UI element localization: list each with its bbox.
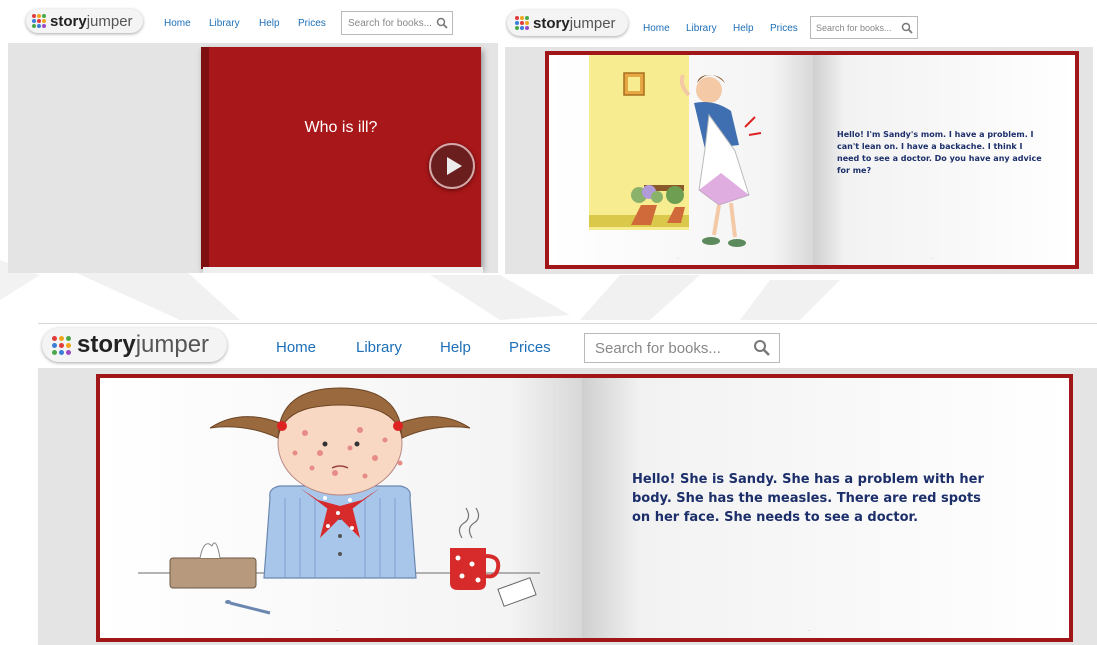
page-text: Hello! I'm Sandy's mom. I have a problem…: [837, 130, 1042, 175]
nav-home-link[interactable]: Home: [643, 23, 670, 34]
logo-dots-icon: [515, 16, 529, 30]
search-field[interactable]: Search for books...: [584, 333, 780, 363]
top-nav: story jumper Home Library Help Prices Sea…: [505, 3, 1093, 47]
logo-text-story: story: [77, 331, 136, 358]
nav-home-link[interactable]: Home: [164, 18, 191, 29]
left-page: ·: [549, 55, 813, 265]
cover-title: Who is ill?: [304, 119, 378, 136]
nav-prices-link[interactable]: Prices: [509, 339, 551, 356]
page-number-left: ·: [677, 256, 679, 262]
logo-text-jumper: jumper: [135, 331, 210, 358]
cover-page-edge: [203, 267, 483, 273]
page-number-right: ·: [808, 628, 810, 634]
nav-library-link[interactable]: Library: [209, 18, 240, 29]
nav-help-link[interactable]: Help: [733, 23, 754, 34]
page-number-right: ·: [931, 256, 933, 262]
storyjumper-logo[interactable]: story jumper: [26, 9, 143, 33]
right-page: Hello! I'm Sandy's mom. I have a problem…: [813, 55, 1075, 265]
nav-library-link[interactable]: Library: [356, 339, 402, 356]
open-book: · Hello! I'm Sandy's mom. I have a probl…: [545, 51, 1079, 269]
logo-text-jumper: jumper: [86, 12, 133, 30]
play-icon: [447, 157, 462, 175]
search-placeholder: Search for books...: [816, 22, 892, 33]
search-field[interactable]: Search for books...: [810, 16, 918, 39]
nav-help-link[interactable]: Help: [259, 18, 280, 29]
search-icon[interactable]: [901, 22, 913, 34]
top-nav: story jumper Home Library Help Prices Sea…: [38, 324, 1097, 368]
search-icon[interactable]: [753, 339, 771, 357]
play-button[interactable]: [429, 143, 475, 189]
storyjumper-logo[interactable]: story jumper: [507, 10, 628, 36]
logo-text-jumper: jumper: [569, 14, 616, 32]
nav-prices-link[interactable]: Prices: [770, 23, 798, 34]
page-number-left: ·: [336, 628, 338, 634]
logo-dots-icon: [32, 14, 46, 28]
search-placeholder: Search for books...: [595, 339, 721, 357]
nav-prices-link[interactable]: Prices: [298, 18, 326, 29]
search-field[interactable]: Search for books...: [341, 11, 453, 35]
search-icon[interactable]: [436, 17, 448, 29]
screenshot-mom-page: story jumper Home Library Help Prices Sea…: [505, 3, 1093, 274]
logo-dots-icon: [52, 335, 71, 355]
nav-help-link[interactable]: Help: [440, 339, 471, 356]
page-text: Hello! She is Sandy. She has a problem w…: [632, 472, 984, 525]
screenshot-cover: story jumper Home Library Help Prices Sea…: [8, 5, 498, 273]
nav-library-link[interactable]: Library: [686, 23, 717, 34]
logo-text-story: story: [50, 12, 87, 30]
mom-illustration: [589, 55, 762, 247]
search-placeholder: Search for books...: [348, 17, 432, 29]
sandy-illustration: [138, 387, 540, 615]
left-page: ·: [100, 378, 582, 638]
screenshot-sandy-page: story jumper Home Library Help Prices Sea…: [38, 323, 1097, 645]
nav-home-link[interactable]: Home: [276, 339, 316, 356]
logo-text-story: story: [533, 14, 570, 32]
book-cover: Who is ill?: [201, 47, 483, 273]
right-page: Hello! She is Sandy. She has a problem w…: [582, 378, 1069, 638]
storyjumper-logo[interactable]: story jumper: [42, 328, 228, 362]
top-nav: story jumper Home Library Help Prices Sea…: [8, 5, 498, 43]
cover-spine: [201, 47, 209, 269]
open-book: · Hello! She is Sandy. She has a problem…: [96, 374, 1073, 642]
